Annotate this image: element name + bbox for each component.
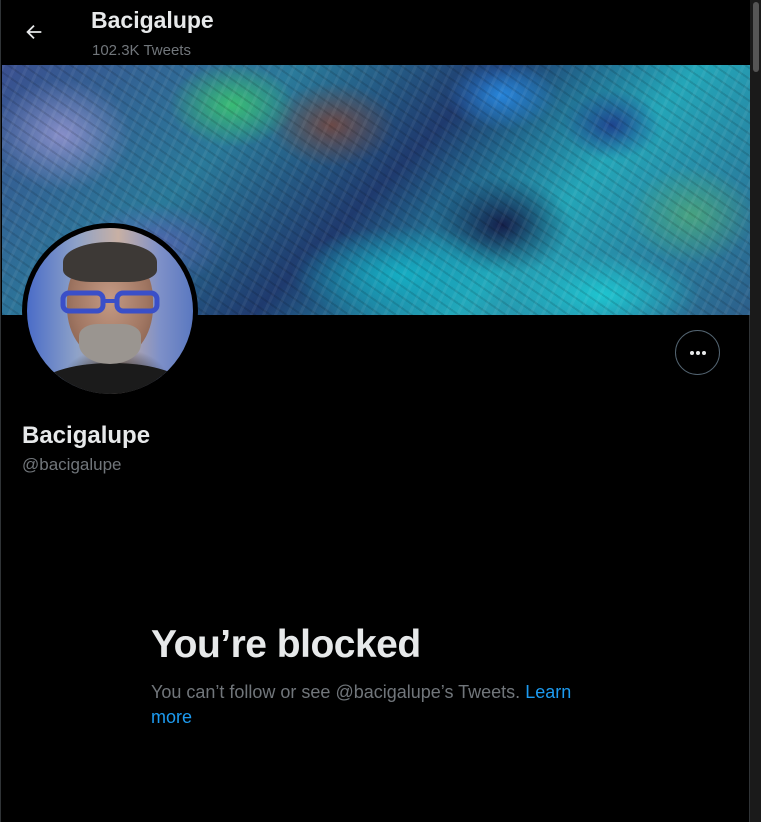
header-title: Bacigalupe [91, 7, 214, 33]
blocked-title: You’re blocked [151, 623, 421, 666]
arrow-left-icon [26, 24, 42, 40]
top-header: Bacigalupe 102.3K Tweets [1, 0, 750, 65]
profile-avatar[interactable] [22, 223, 198, 399]
profile-page: Bacigalupe 102.3K Tweets Bacigalupe @bac… [0, 0, 751, 822]
avatar-beard [79, 324, 141, 364]
avatar-glasses [60, 290, 160, 314]
blocked-message-text: You can’t follow or see @bacigalupe’s Tw… [151, 682, 521, 702]
blocked-message: You can’t follow or see @bacigalupe’s Tw… [151, 680, 611, 730]
more-horizontal-icon [689, 350, 706, 355]
avatar-shirt [37, 363, 187, 394]
avatar-hair [63, 242, 157, 282]
scrollbar-thumb[interactable] [753, 2, 759, 72]
profile-handle: @bacigalupe [22, 455, 122, 474]
profile-name: Bacigalupe [22, 422, 151, 449]
more-options-button[interactable] [675, 330, 720, 375]
back-button[interactable] [15, 13, 53, 51]
header-tweet-count: 102.3K Tweets [92, 42, 191, 59]
scrollbar-track[interactable] [750, 0, 761, 822]
